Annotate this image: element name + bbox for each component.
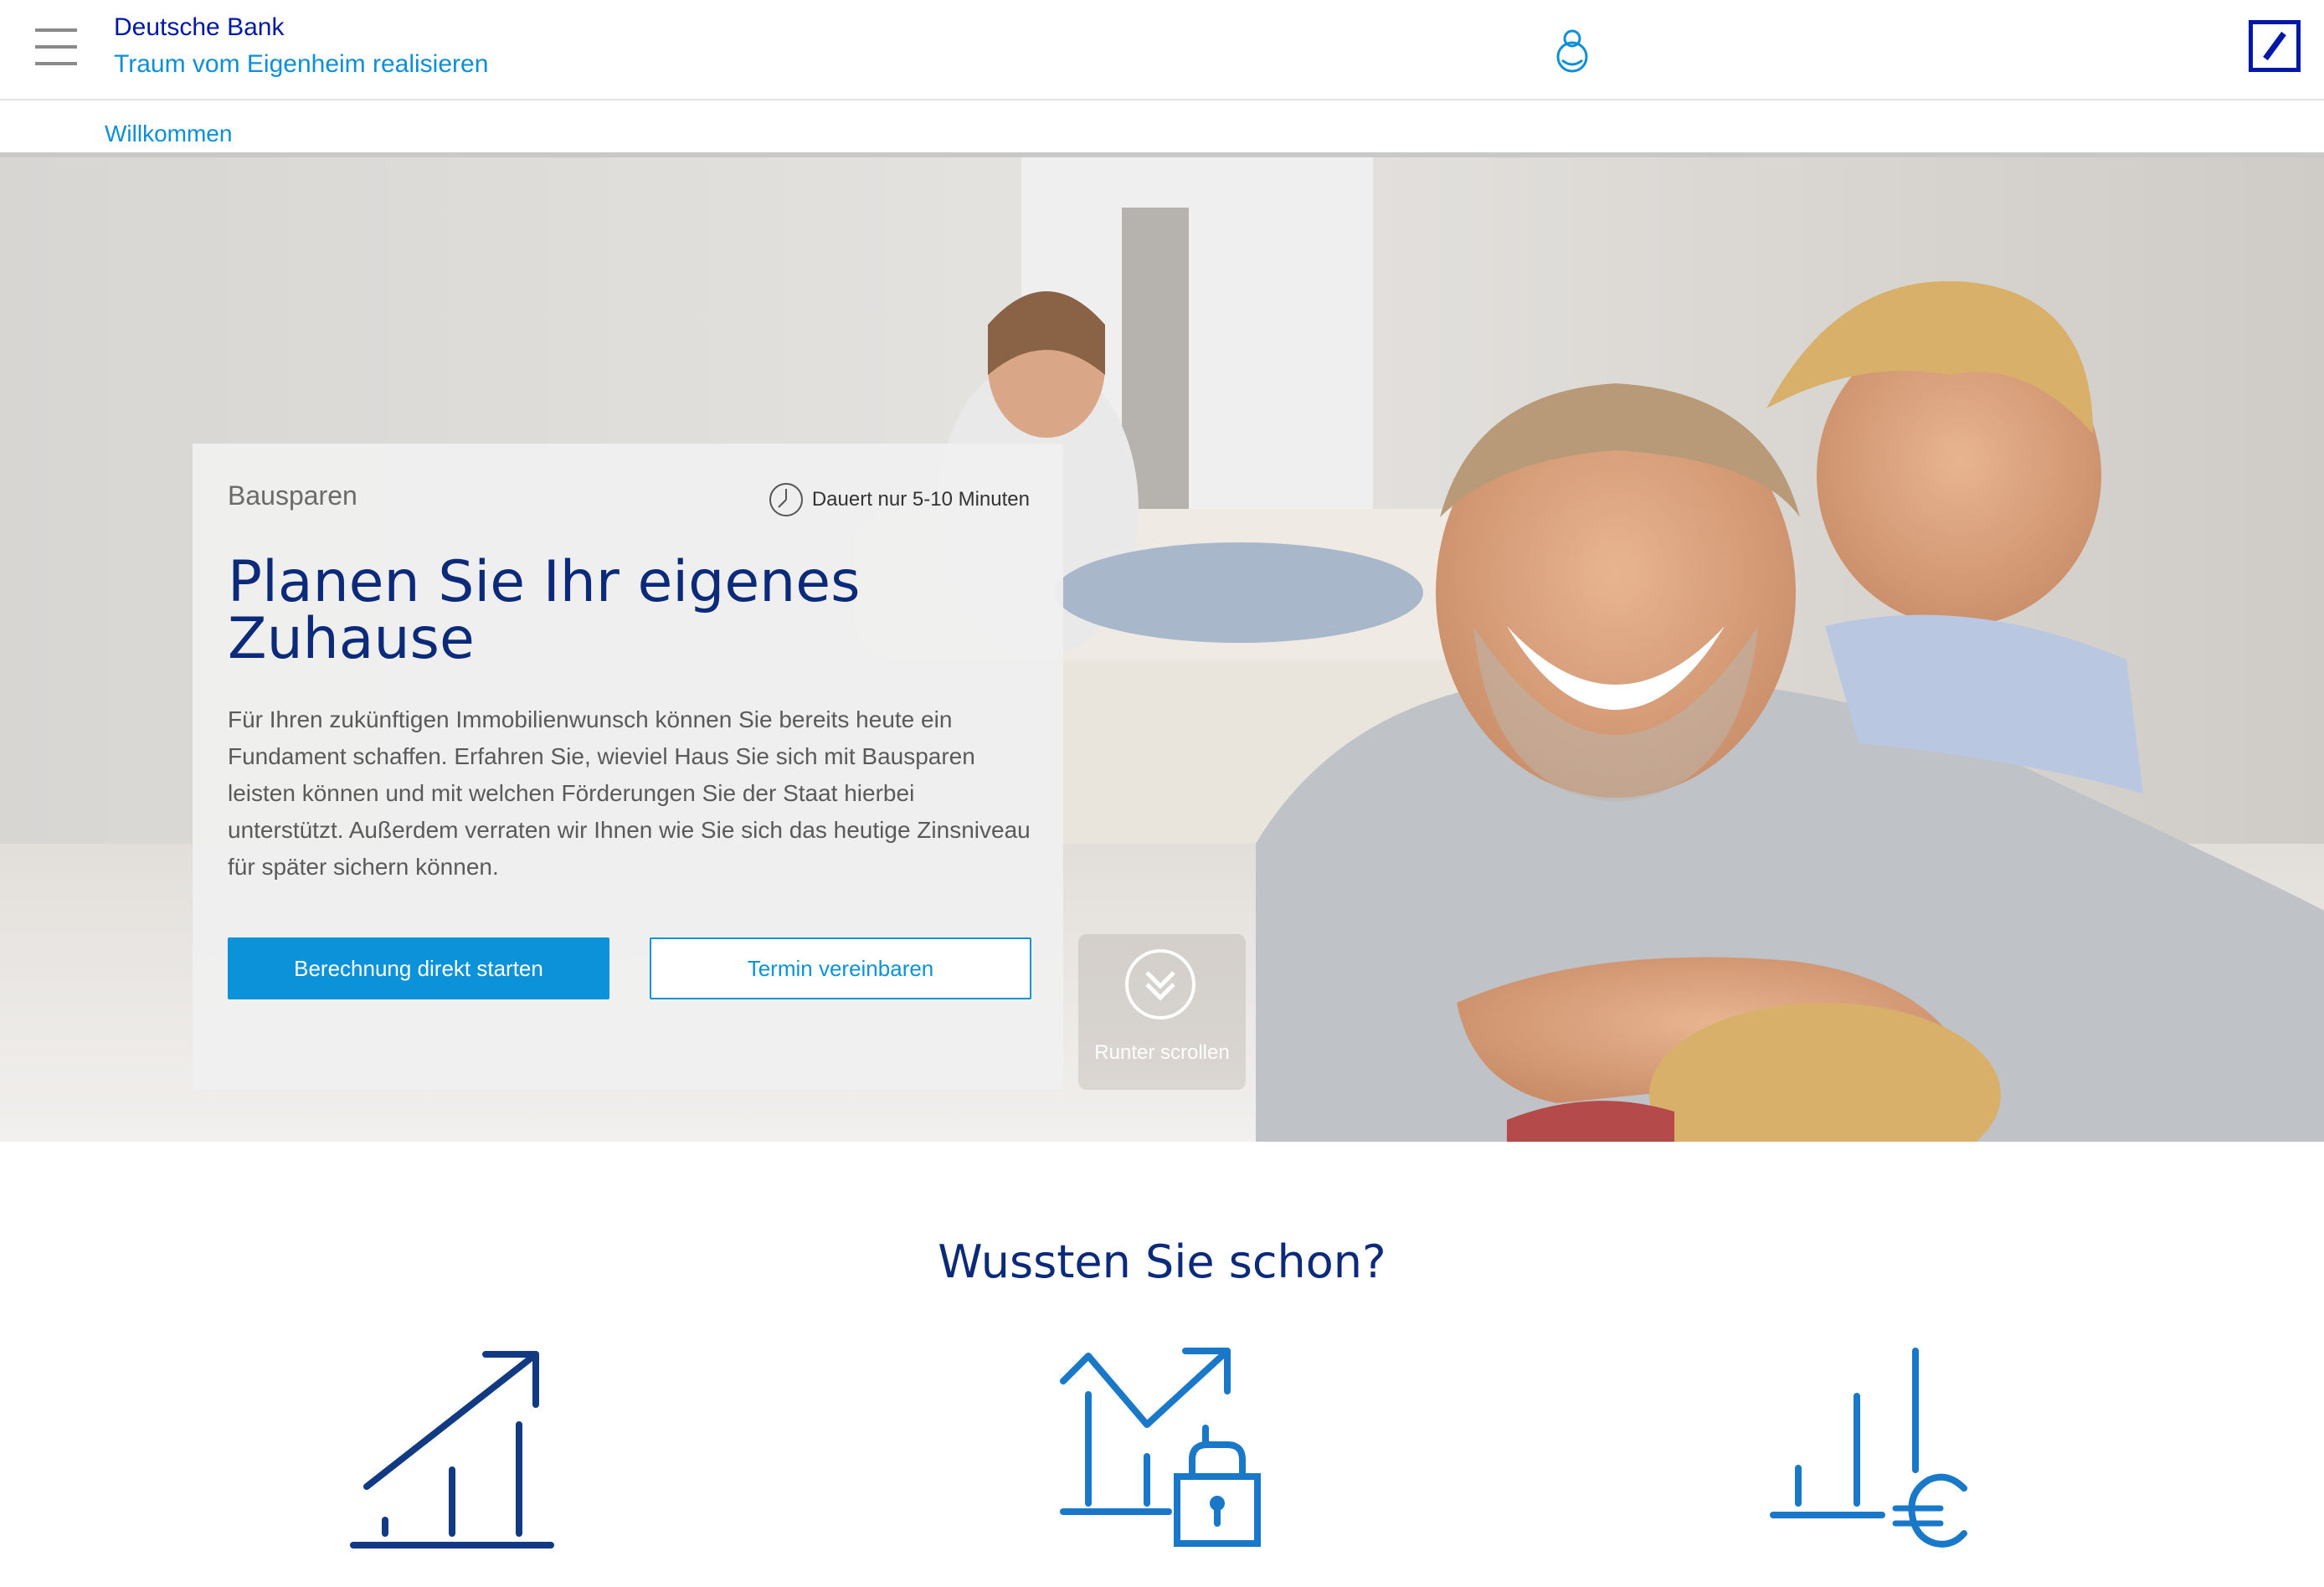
start-calculation-button[interactable]: Berechnung direkt starten [228,937,609,999]
euro-savings-icon [1770,1348,1967,1548]
scroll-down-circle [1125,949,1195,1019]
scroll-down-label: Runter scrollen [1094,1041,1230,1064]
deutsche-bank-logo[interactable] [2249,20,2301,72]
hamburger-menu-icon[interactable] [35,28,77,65]
hero-title: Planen Sie Ihr eigenes Zuhause [228,549,861,672]
book-appointment-button[interactable]: Termin vereinbaren [650,937,1031,999]
secured-rate-icon [1060,1348,1261,1547]
duration-text: Dauert nur 5-10 Minuten [811,488,1030,511]
section-title: Wussten Sie schon? [938,1235,1386,1288]
scroll-down-button[interactable]: Runter scrollen [1078,934,1246,1090]
tab-bar: Willkommen [0,100,2324,157]
clock-icon [769,483,803,516]
page-subtitle: Traum vom Eigenheim realisieren [114,50,489,78]
menu-line [35,28,77,32]
intro-card: Bausparen Dauert nur 5-10 Minuten Planen… [193,444,1063,1090]
top-bar: Deutsche Bank Traum vom Eigenheim realis… [0,0,2324,100]
menu-line [35,45,77,49]
double-chevron-down-icon [1145,971,1175,1001]
card-kicker: Bausparen [228,480,357,511]
menu-line [35,62,77,65]
growth-chart-icon [350,1351,554,1548]
brand-name[interactable]: Deutsche Bank [114,13,284,42]
duration-info: Dauert nur 5-10 Minuten [769,482,1030,517]
user-icon[interactable] [1549,23,1596,75]
hero-description: Für Ihren zukünftigen Immobilienwunsch k… [228,706,1031,880]
hero-banner: Bausparen Dauert nur 5-10 Minuten Planen… [0,152,2324,1142]
